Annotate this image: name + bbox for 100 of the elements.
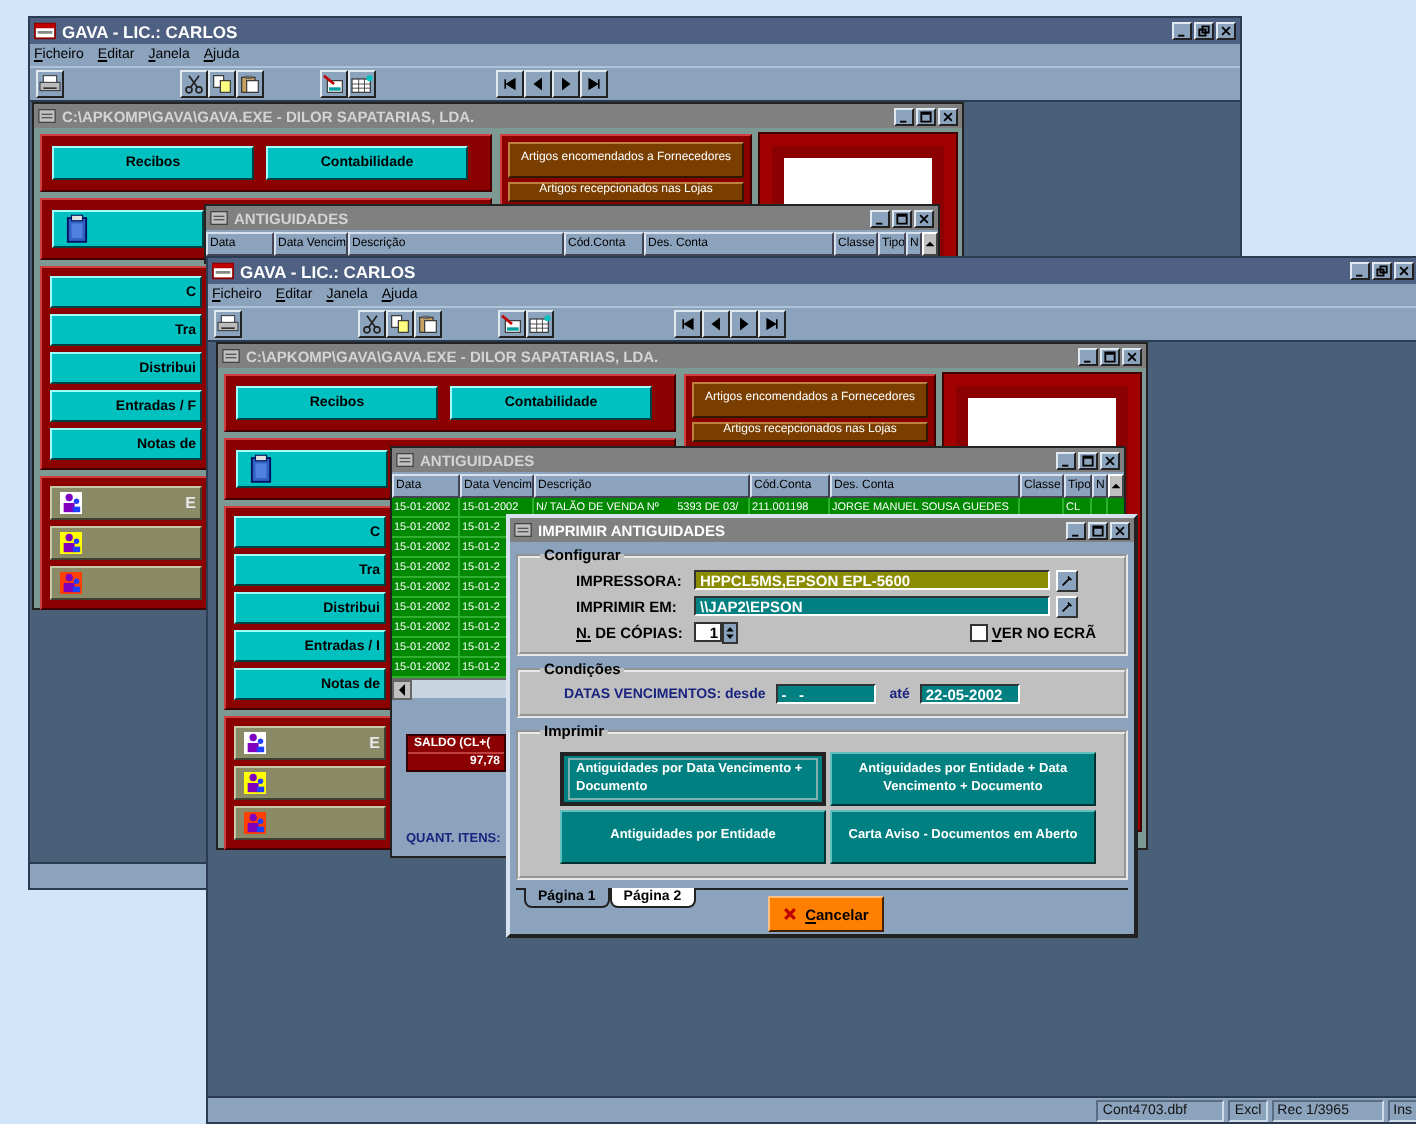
first-record-button[interactable] [674, 310, 702, 338]
table-icon [350, 74, 374, 94]
window-icon [514, 522, 532, 538]
next-record-button[interactable] [552, 70, 580, 98]
people-icon [60, 492, 82, 514]
close-button[interactable] [1110, 521, 1130, 539]
close-icon [1102, 453, 1118, 467]
next-record-button[interactable] [730, 310, 758, 338]
restore-icon [1374, 264, 1390, 278]
report-button[interactable] [348, 70, 376, 98]
scroll-up-button[interactable] [922, 232, 938, 256]
people-icon [60, 572, 82, 594]
close-icon [1124, 349, 1140, 363]
up-arrow-icon [924, 238, 936, 250]
restore-icon [1196, 24, 1212, 38]
maximize-button[interactable] [1088, 521, 1108, 539]
browse-button[interactable] [1056, 595, 1078, 617]
close-icon [916, 211, 932, 225]
restore-button[interactable] [1372, 262, 1392, 280]
navigation-arrow-icon [502, 76, 518, 92]
close-button[interactable] [914, 209, 934, 227]
maximize-button[interactable] [916, 107, 936, 125]
maximize-button[interactable] [892, 209, 912, 227]
scissors-icon [182, 74, 206, 94]
maximize-button[interactable] [1078, 451, 1098, 469]
menu-button[interactable] [50, 526, 202, 560]
report-button[interactable] [526, 310, 554, 338]
print-button[interactable] [36, 70, 64, 98]
copy-button[interactable] [386, 310, 414, 338]
menu-button[interactable] [234, 806, 386, 840]
pencil-icon [1060, 599, 1074, 613]
up-down-arrows-icon [724, 623, 736, 641]
close-icon [1396, 264, 1412, 278]
close-icon [781, 906, 798, 922]
paste-icon [416, 314, 440, 334]
cut-button[interactable] [180, 70, 208, 98]
icon-button[interactable] [52, 210, 204, 248]
minimize-button[interactable] [1066, 521, 1086, 539]
cut-button[interactable] [358, 310, 386, 338]
maximize-icon [1080, 453, 1096, 467]
copy-icon [210, 74, 234, 94]
minimize-button[interactable] [1078, 347, 1098, 365]
previous-record-button[interactable] [524, 70, 552, 98]
report-icon [500, 314, 524, 334]
minimize-button[interactable] [1056, 451, 1076, 469]
close-button[interactable] [938, 107, 958, 125]
table-icon [528, 314, 552, 334]
print-button[interactable] [214, 310, 242, 338]
menu-button[interactable] [234, 766, 386, 800]
previous-record-button[interactable] [702, 310, 730, 338]
menu-button[interactable] [50, 566, 202, 600]
scissors-icon [360, 314, 384, 334]
minimize-button[interactable] [1350, 262, 1370, 280]
close-icon [940, 109, 956, 123]
maximize-icon [918, 109, 934, 123]
maximize-button[interactable] [1100, 347, 1120, 365]
pencil-icon [1060, 573, 1074, 587]
close-button[interactable] [1394, 262, 1414, 280]
window-icon [222, 348, 240, 364]
people-icon [244, 772, 266, 794]
close-button[interactable] [1122, 347, 1142, 365]
minimize-button[interactable] [870, 209, 890, 227]
app-icon [212, 262, 234, 280]
report-icon [322, 74, 346, 94]
app-icon [34, 22, 56, 40]
last-record-button[interactable] [580, 70, 608, 98]
maximize-icon [1090, 523, 1106, 537]
people-icon [60, 532, 82, 554]
close-icon [1218, 24, 1234, 38]
scroll-up-button[interactable] [1108, 474, 1124, 498]
clipboard-icon [250, 454, 272, 484]
restore-button[interactable] [1194, 22, 1214, 40]
paste-button[interactable] [414, 310, 442, 338]
paste-icon [238, 74, 262, 94]
report-button[interactable] [320, 70, 348, 98]
copy-icon [388, 314, 412, 334]
window-icon [396, 452, 414, 468]
people-icon [244, 812, 266, 834]
browse-button[interactable] [1056, 569, 1078, 591]
printer-icon [38, 74, 62, 94]
icon-button[interactable] [236, 450, 388, 488]
close-button[interactable] [1100, 451, 1120, 469]
first-record-button[interactable] [496, 70, 524, 98]
navigation-arrow-icon [680, 316, 696, 332]
window-title: GAVA - LIC.: CARLOS [240, 261, 416, 281]
up-arrow-icon [1110, 480, 1122, 492]
last-record-button[interactable] [758, 310, 786, 338]
report-button[interactable] [498, 310, 526, 338]
minimize-button[interactable] [1172, 22, 1192, 40]
navigation-arrow-icon [586, 76, 602, 92]
people-icon [244, 732, 266, 754]
maximize-icon [894, 211, 910, 225]
copy-button[interactable] [208, 70, 236, 98]
window-icon [210, 210, 228, 226]
paste-button[interactable] [236, 70, 264, 98]
spin-button[interactable] [722, 621, 738, 643]
close-button[interactable] [1216, 22, 1236, 40]
window-title: GAVA - LIC.: CARLOS [62, 21, 238, 41]
window-icon [38, 108, 56, 124]
minimize-button[interactable] [894, 107, 914, 125]
